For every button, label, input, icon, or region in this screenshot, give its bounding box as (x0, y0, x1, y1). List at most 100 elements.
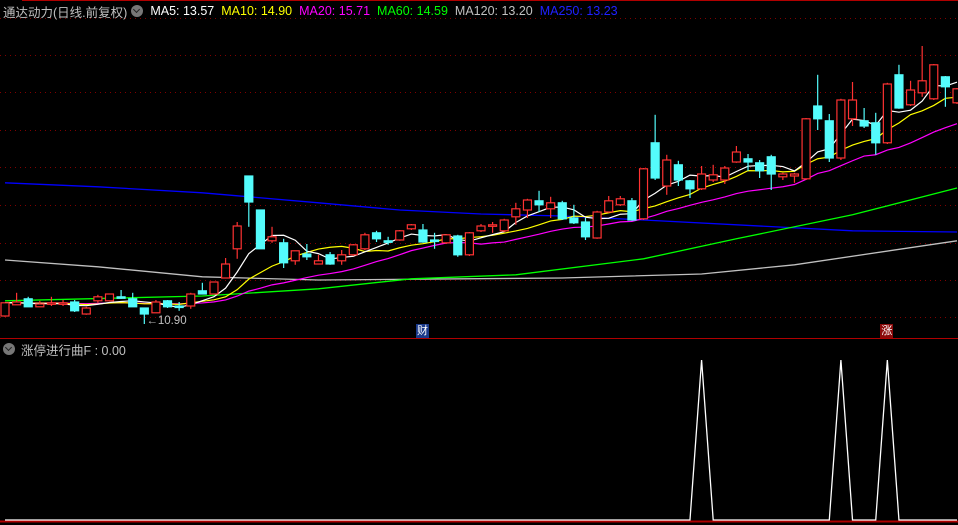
candle-up (441, 234, 451, 244)
candle-up (708, 174, 718, 181)
ma120-line (4, 240, 958, 281)
candle-down (244, 175, 254, 203)
candle-up (917, 80, 927, 94)
candle-up (151, 301, 161, 314)
candle-down (685, 180, 695, 190)
candle-up (638, 168, 649, 220)
candle-down (197, 290, 207, 295)
ma5-value: MA5: 13.57 (150, 4, 215, 18)
candle-up (731, 151, 742, 163)
candle-up (499, 219, 509, 232)
candle-down (534, 200, 544, 206)
candle-up (232, 225, 242, 250)
candle-up (592, 211, 602, 239)
candle-down (743, 158, 753, 163)
candle-down (325, 254, 335, 265)
candle-up (395, 230, 405, 241)
candle-down (650, 142, 660, 179)
candle-down (755, 162, 765, 172)
candle-up (290, 250, 300, 262)
candle-up (267, 236, 277, 242)
candle-down (824, 120, 834, 159)
candle-down (139, 307, 149, 315)
candle-down (116, 296, 126, 299)
candle-up (696, 173, 707, 190)
candle-up (720, 167, 730, 181)
candle-down (70, 301, 80, 312)
candle-up (12, 301, 22, 306)
indicator-label: 涨停进行曲F : 0.00 (21, 343, 126, 358)
kline-chart[interactable] (0, 0, 958, 525)
candle-up (104, 293, 115, 302)
candle-down (279, 242, 289, 264)
ma60-value: MA60: 14.59 (377, 4, 448, 18)
candle-down (627, 200, 637, 221)
candle-up (406, 224, 416, 230)
candle-up (186, 293, 196, 307)
candle-up (847, 99, 858, 120)
candle-up (662, 159, 672, 187)
chevron-down-icon[interactable] (3, 343, 15, 355)
candle-down (128, 298, 138, 308)
ma10-line (4, 96, 958, 306)
candle-up (35, 303, 45, 308)
candle-up (337, 254, 347, 262)
candle-up (220, 263, 231, 279)
candle-up (360, 234, 370, 250)
ma20-value: MA20: 15.71 (299, 4, 371, 18)
indicator-header: 涨停进行曲F : 0.00 (3, 340, 126, 358)
candle-up (604, 200, 614, 213)
stock-title: 通达动力(日线.前复权) (3, 5, 128, 20)
candle-down (302, 253, 312, 258)
candle-down (162, 300, 173, 308)
candle-up (522, 199, 533, 211)
candle-up (488, 224, 498, 227)
candle-down (174, 305, 184, 309)
candle-up (615, 198, 625, 206)
candle-up (0, 302, 10, 317)
candle-down (813, 105, 823, 120)
ma250-value: MA250: 13.23 (539, 4, 618, 18)
candle-up (801, 118, 811, 180)
candle-up (778, 173, 788, 178)
candle-down (766, 156, 776, 175)
candle-up (836, 99, 846, 159)
finance-marker[interactable]: 财 (415, 324, 429, 338)
candle-down (255, 209, 266, 250)
ma120-value: MA120: 13.20 (454, 4, 533, 18)
candle-up (546, 202, 556, 210)
candle-up (511, 208, 521, 218)
candle-up (929, 64, 939, 100)
candle-down (23, 298, 33, 308)
candle-up (789, 173, 800, 177)
candle-up (81, 307, 91, 315)
candle-up (348, 244, 358, 256)
candle-down (673, 164, 683, 181)
candle-down (429, 239, 440, 243)
candle-up (464, 232, 474, 256)
candle-down (580, 221, 591, 238)
candle-up (882, 83, 892, 144)
candle-down (940, 76, 950, 88)
candle-down (557, 202, 567, 220)
candle-down (894, 74, 904, 109)
candle-down (871, 122, 881, 144)
candle-up (93, 296, 103, 302)
candle-up (46, 302, 57, 305)
lowest-price-label: ←10.90 (146, 315, 187, 327)
candle-up (905, 89, 916, 106)
candle-down (453, 235, 463, 256)
ma10-value: MA10: 14.90 (221, 4, 293, 18)
chart-header: 通达动力(日线.前复权) MA5: 13.57 MA10: 14.90 MA20… (0, 0, 958, 22)
indicator-line (5, 359, 957, 521)
candle-up (313, 260, 324, 265)
candle-down (859, 120, 869, 127)
chevron-down-icon[interactable] (131, 5, 144, 17)
candle-down (418, 229, 428, 243)
candle-down (569, 217, 579, 224)
candle-up (209, 281, 219, 295)
limit-up-marker[interactable]: 涨 (880, 324, 894, 338)
candle-up (476, 225, 486, 232)
candle-up (58, 302, 68, 305)
candle-down (371, 232, 382, 240)
